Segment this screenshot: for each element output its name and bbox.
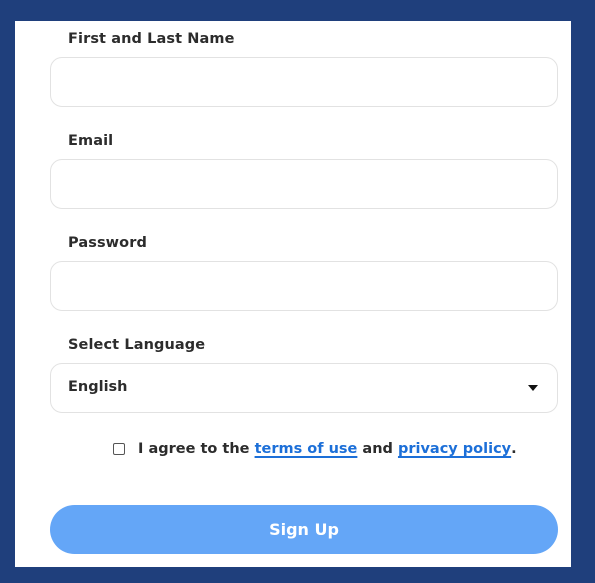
sign-up-button[interactable]: Sign Up: [50, 505, 558, 554]
email-label: Email: [68, 133, 114, 149]
agreement-suffix: .: [511, 441, 517, 457]
password-label: Password: [68, 235, 147, 251]
password-input[interactable]: [50, 261, 558, 311]
agreement-prefix: I agree to the: [138, 441, 255, 457]
name-input[interactable]: [50, 57, 558, 107]
name-label: First and Last Name: [68, 31, 235, 47]
language-select[interactable]: English: [50, 363, 558, 413]
email-input[interactable]: [50, 159, 558, 209]
language-selected-value: English: [68, 379, 128, 395]
agreement-row: I agree to the terms of use and privacy …: [113, 441, 517, 457]
terms-of-use-link[interactable]: terms of use: [255, 441, 358, 457]
signup-form-panel: First and Last Name Email Password Selec…: [15, 21, 571, 567]
agree-checkbox[interactable]: [113, 443, 125, 455]
caret-down-icon: [528, 385, 538, 391]
language-label: Select Language: [68, 337, 206, 353]
privacy-policy-link[interactable]: privacy policy: [398, 441, 511, 457]
agreement-middle: and: [357, 441, 398, 457]
